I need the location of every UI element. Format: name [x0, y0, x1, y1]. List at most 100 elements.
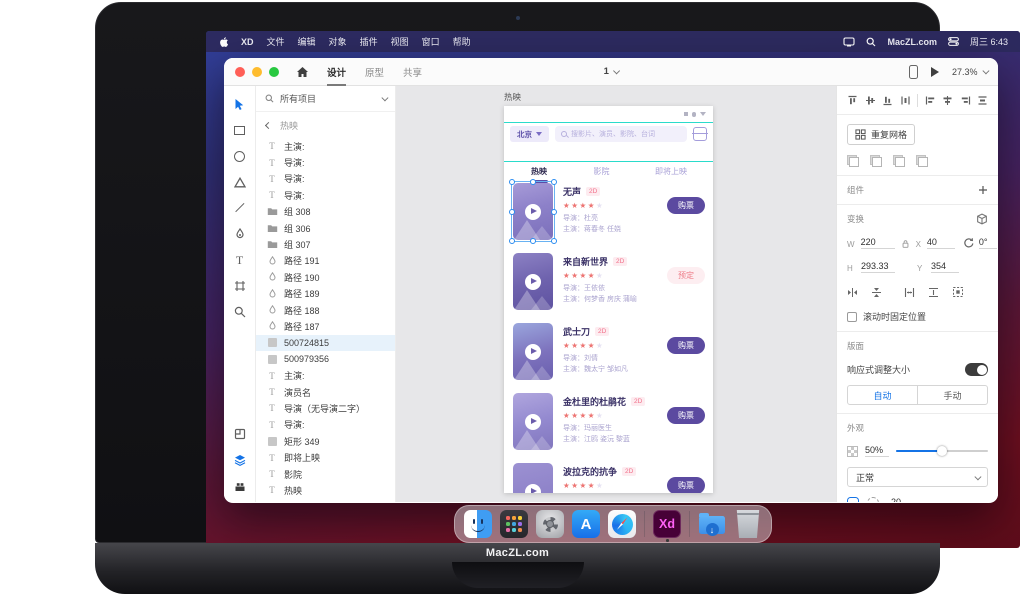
menu-item-view[interactable]: 视图 — [391, 35, 409, 48]
canvas[interactable]: 热映 北京 — [396, 86, 836, 502]
pen-tool-icon[interactable] — [234, 228, 246, 240]
y-input[interactable]: 354 — [931, 261, 959, 273]
buy-ticket-button[interactable]: 购票 — [667, 337, 705, 354]
resize-manual-option[interactable]: 手动 — [917, 386, 987, 404]
repeat-grid-button[interactable]: 重复网格 — [847, 124, 915, 145]
text-tool-icon[interactable] — [234, 254, 246, 266]
menu-item-object[interactable]: 对象 — [329, 35, 347, 48]
search-icon[interactable] — [866, 37, 876, 47]
resize-auto-option[interactable]: 自动 — [848, 386, 917, 404]
3d-transform-icon[interactable] — [976, 213, 988, 225]
dock-adobe-xd-icon[interactable]: Xd — [653, 510, 681, 538]
close-window-button[interactable] — [235, 67, 245, 77]
dock-downloads-icon[interactable]: ↓ — [698, 510, 726, 538]
movie-poster[interactable] — [513, 393, 553, 450]
add-component-icon[interactable] — [978, 185, 988, 195]
selection-handles[interactable] — [511, 181, 555, 242]
layer-row[interactable]: 组 307 — [256, 236, 395, 252]
apple-logo-icon[interactable] — [218, 36, 228, 48]
home-icon[interactable] — [296, 66, 309, 78]
menu-item-plugins[interactable]: 插件 — [360, 35, 378, 48]
movie-card[interactable]: 波拉克的抗争2D 购票 — [504, 460, 713, 493]
layer-row[interactable]: 主演: — [256, 138, 395, 154]
play-preview-icon[interactable] — [931, 67, 939, 77]
page-selector[interactable]: 1 — [604, 66, 619, 77]
device-preview-icon[interactable] — [909, 65, 918, 79]
movie-card[interactable]: 无声2D 导演：杜亮主演：蒋春冬 任娆 购票 — [504, 180, 713, 250]
intersect-icon[interactable] — [893, 155, 905, 167]
tab-design[interactable]: 设计 — [327, 58, 346, 86]
layer-row[interactable]: 组 308 — [256, 204, 395, 220]
align-bottom-icon[interactable] — [882, 95, 893, 106]
layer-row[interactable]: 导演（无导演二字） — [256, 400, 395, 416]
rotation-icon[interactable] — [963, 237, 975, 249]
zoom-tool-icon[interactable] — [234, 306, 246, 318]
layer-row[interactable]: 导演: — [256, 154, 395, 170]
layer-row[interactable]: 影院 — [256, 466, 395, 482]
align-top-icon[interactable] — [847, 95, 858, 106]
x-input[interactable]: 40 — [927, 237, 955, 249]
plugins-panel-icon[interactable] — [234, 480, 246, 492]
layer-row-selected[interactable]: 500724815 — [256, 335, 395, 351]
width-input[interactable]: 220 — [861, 237, 895, 249]
resize-bounds-icon[interactable] — [952, 286, 964, 298]
flip-vertical-icon[interactable] — [871, 287, 882, 298]
align-right-icon[interactable] — [960, 95, 971, 106]
layers-panel-icon[interactable] — [234, 454, 246, 466]
layer-row[interactable]: 即将上映 — [256, 449, 395, 465]
artboard[interactable]: 北京 搜影片、演员、影院、台词 — [504, 106, 713, 493]
movie-card[interactable]: 武士刀2D 导演：刘倩主演：魏太宁 邹如凡 购票 — [504, 320, 713, 390]
opacity-slider[interactable] — [896, 450, 988, 452]
artboard-title[interactable]: 热映 — [504, 91, 521, 103]
layer-row[interactable]: 组 306 — [256, 220, 395, 236]
dock-system-preferences-icon[interactable] — [536, 510, 564, 538]
movie-card[interactable]: 来自新世界2D 导演：王依依主演：何梦香 房庆 蒲喻 预定 — [504, 250, 713, 320]
align-left-icon[interactable] — [925, 95, 936, 106]
layer-row[interactable]: 路径 189 — [256, 286, 395, 302]
menu-item-file[interactable]: 文件 — [267, 35, 285, 48]
checkbox-icon[interactable] — [847, 312, 857, 322]
zoom-selector[interactable]: 27.3% — [952, 67, 987, 77]
opacity-input[interactable]: 50% — [865, 445, 889, 457]
menu-item-window[interactable]: 窗口 — [422, 35, 440, 48]
corner-radius-input[interactable]: 20 — [891, 497, 911, 502]
menu-item-help[interactable]: 帮助 — [453, 35, 471, 48]
layer-row[interactable]: 导演: — [256, 187, 395, 203]
menu-clock[interactable]: 周三 6:43 — [970, 35, 1008, 48]
ellipse-tool-icon[interactable] — [234, 150, 246, 162]
space-horizontal-icon[interactable] — [904, 287, 915, 298]
movie-poster[interactable] — [513, 183, 553, 240]
distribute-vertical-icon[interactable] — [977, 95, 988, 106]
layer-row[interactable]: 导演: — [256, 417, 395, 433]
flip-horizontal-icon[interactable] — [847, 287, 858, 298]
minimize-window-button[interactable] — [252, 67, 262, 77]
back-icon[interactable] — [265, 121, 272, 128]
dock-trash-icon[interactable] — [734, 510, 762, 538]
screen-mirroring-icon[interactable] — [843, 37, 855, 47]
layer-row[interactable]: 热映 — [256, 482, 395, 498]
space-vertical-icon[interactable] — [928, 287, 939, 298]
dock-safari-icon[interactable] — [608, 510, 636, 538]
layer-row[interactable]: 路径 191 — [256, 253, 395, 269]
control-center-icon[interactable] — [948, 37, 959, 46]
zoom-window-button[interactable] — [269, 67, 279, 77]
select-tool-icon[interactable] — [234, 98, 246, 110]
exclude-icon[interactable] — [916, 155, 928, 167]
scan-icon[interactable] — [693, 127, 707, 141]
union-icon[interactable] — [847, 155, 859, 167]
rectangle-tool-icon[interactable] — [234, 124, 246, 136]
layer-row[interactable]: 路径 190 — [256, 269, 395, 285]
distribute-horizontal-icon[interactable] — [900, 95, 911, 106]
polygon-tool-icon[interactable] — [234, 176, 246, 188]
fix-position-row[interactable]: 滚动时固定位置 — [847, 310, 988, 323]
menu-app-name[interactable]: XD — [241, 37, 254, 47]
dock-app-store-icon[interactable]: A — [572, 510, 600, 538]
dock-launchpad-icon[interactable] — [500, 510, 528, 538]
movie-poster[interactable] — [513, 463, 553, 493]
movie-poster[interactable] — [513, 323, 553, 380]
buy-ticket-button[interactable]: 购票 — [667, 197, 705, 214]
lock-icon[interactable] — [901, 239, 910, 249]
layer-row[interactable]: 路径 188 — [256, 302, 395, 318]
movie-poster[interactable] — [513, 253, 553, 310]
reserve-button[interactable]: 预定 — [667, 267, 705, 284]
